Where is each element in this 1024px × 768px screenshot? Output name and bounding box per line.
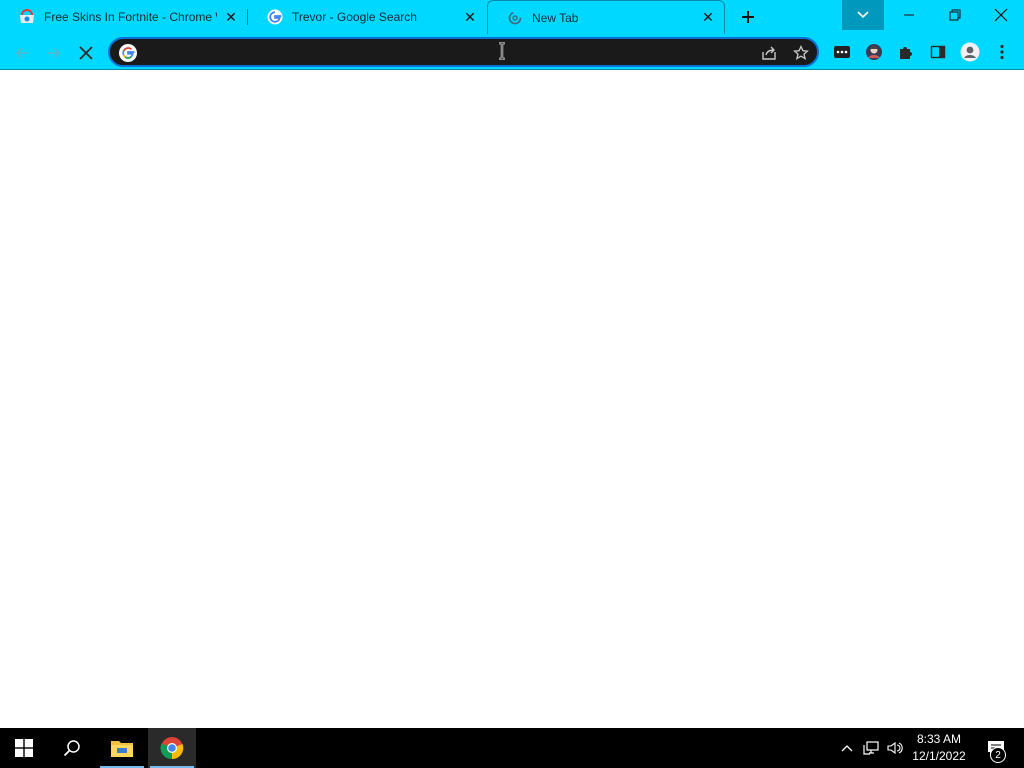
windows-taskbar: 8:33 AM 12/1/2022 xyxy=(0,728,1024,768)
tab-title: Trevor - Google Search xyxy=(292,10,417,24)
back-button[interactable] xyxy=(10,41,34,65)
chevron-up-icon xyxy=(841,745,853,752)
close-icon xyxy=(79,46,93,60)
extension-avatar-icon[interactable] xyxy=(864,42,884,62)
minimize-button[interactable] xyxy=(886,0,932,30)
network-icon[interactable] xyxy=(860,728,882,768)
side-panel-icon[interactable] xyxy=(928,42,948,62)
text-cursor-icon xyxy=(499,42,505,60)
close-icon[interactable]: ✕ xyxy=(462,9,478,25)
close-icon[interactable]: ✕ xyxy=(223,9,239,25)
system-clock[interactable]: 8:33 AM 12/1/2022 xyxy=(906,731,972,765)
google-icon xyxy=(119,44,137,62)
clock-time: 8:33 AM xyxy=(916,732,962,746)
chevron-down-icon xyxy=(857,11,869,19)
profile-avatar-icon[interactable] xyxy=(960,42,980,62)
tab-new-tab[interactable]: New Tab ✕ xyxy=(487,0,725,34)
minimize-icon xyxy=(904,14,914,16)
close-icon[interactable]: ✕ xyxy=(700,9,716,26)
close-icon xyxy=(994,8,1008,22)
puzzle-icon[interactable] xyxy=(896,42,916,62)
extension-dots-icon[interactable] xyxy=(832,42,852,62)
close-window-button[interactable] xyxy=(978,0,1024,30)
show-hidden-icons-button[interactable] xyxy=(836,728,858,768)
browser-toolbar xyxy=(0,34,1024,70)
new-tab-button[interactable] xyxy=(736,5,760,29)
page-content-area xyxy=(0,71,1024,728)
loading-spinner-icon xyxy=(507,10,523,26)
menu-kebab-icon[interactable] xyxy=(992,42,1012,62)
address-input[interactable] xyxy=(142,43,742,63)
arrow-left-icon xyxy=(15,47,28,59)
tab-search-button[interactable] xyxy=(842,0,884,30)
notification-count-badge: 2 xyxy=(990,747,1006,763)
stop-loading-button[interactable] xyxy=(74,41,98,65)
tab-title: Free Skins In Fortnite - Chrome Web Stor… xyxy=(44,10,217,24)
forward-button[interactable] xyxy=(42,41,66,65)
chrome-web-store-icon xyxy=(19,9,35,25)
tab-google-search[interactable]: Trevor - Google Search ✕ xyxy=(248,0,486,34)
tab-title: New Tab xyxy=(532,10,579,25)
volume-icon[interactable] xyxy=(884,728,906,768)
taskbar-file-explorer[interactable] xyxy=(98,728,146,768)
tab-strip: Free Skins In Fortnite - Chrome Web Stor… xyxy=(0,0,1024,34)
search-icon xyxy=(63,740,80,757)
bookmark-star-icon[interactable] xyxy=(792,44,810,62)
windows-logo-icon xyxy=(15,739,33,757)
folder-icon xyxy=(111,741,133,757)
search-button[interactable] xyxy=(48,728,96,768)
arrow-right-icon xyxy=(48,47,61,59)
google-icon xyxy=(267,9,283,25)
share-icon[interactable] xyxy=(760,44,778,62)
address-bar[interactable] xyxy=(108,37,819,67)
taskbar-chrome[interactable] xyxy=(148,728,196,768)
plus-icon xyxy=(742,11,754,23)
tab-fortnite-skins[interactable]: Free Skins In Fortnite - Chrome Web Stor… xyxy=(0,0,247,34)
clock-date: 12/1/2022 xyxy=(912,749,966,763)
start-button[interactable] xyxy=(0,728,48,768)
restore-button[interactable] xyxy=(932,0,978,30)
chrome-icon xyxy=(160,737,184,760)
restore-icon xyxy=(949,9,961,21)
